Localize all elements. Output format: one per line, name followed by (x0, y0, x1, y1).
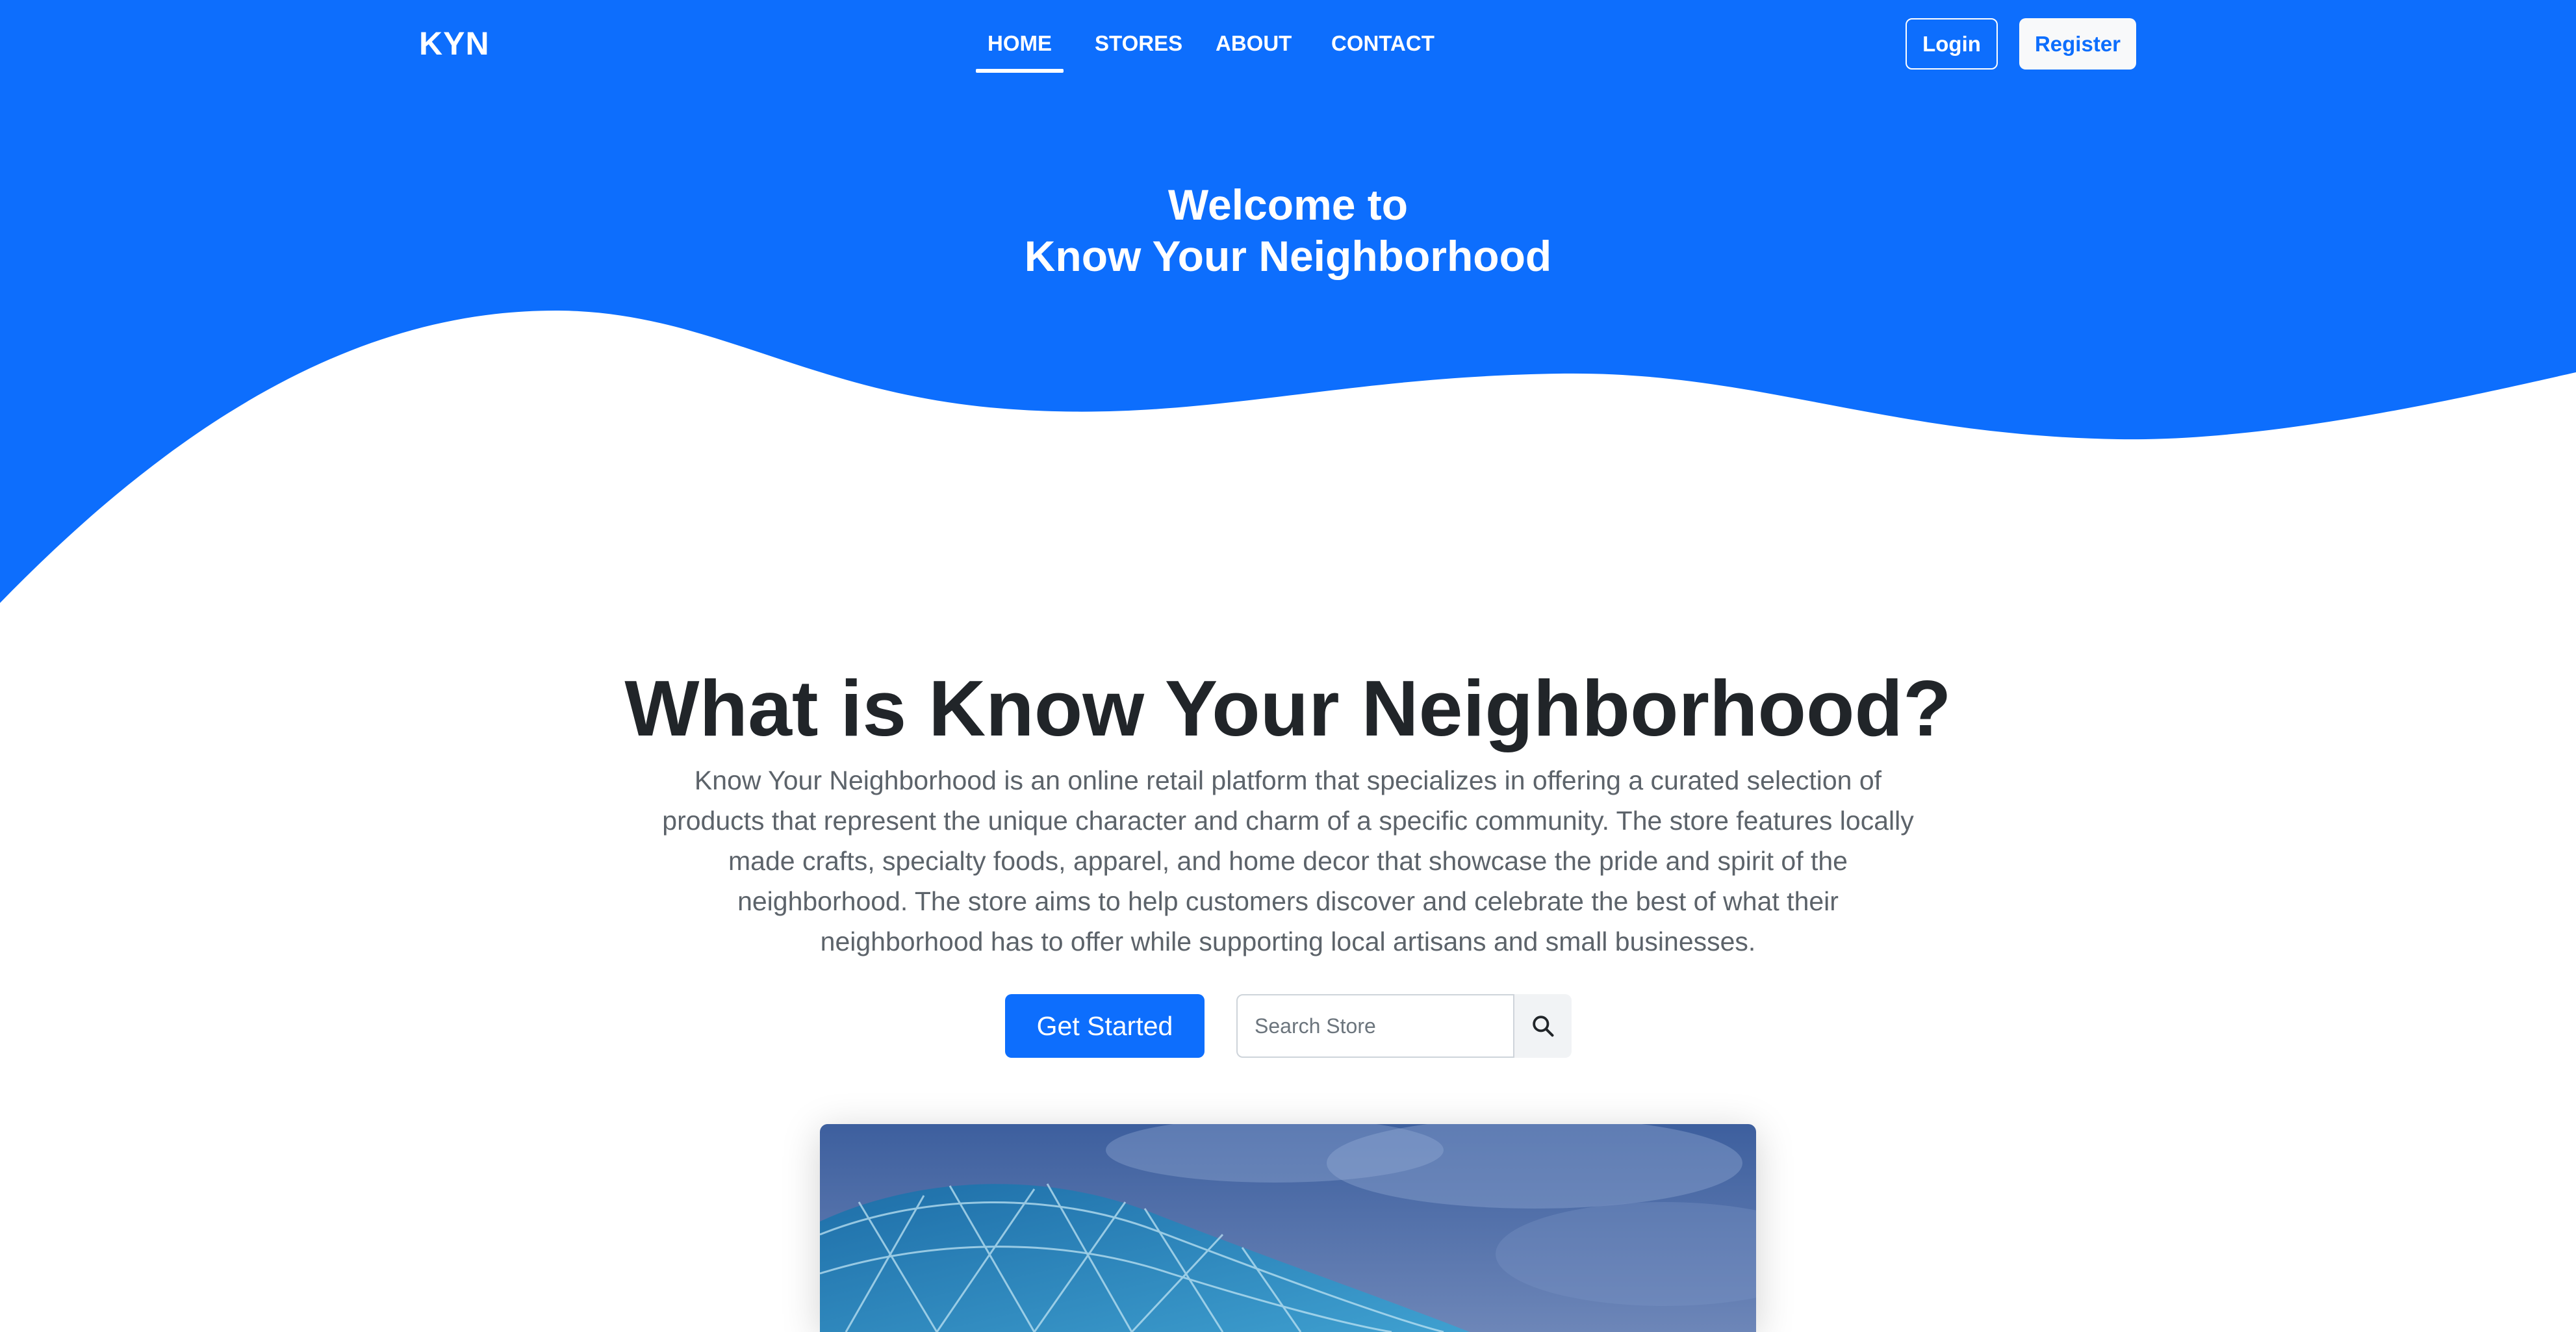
hero-heading-line2: Know Your Neighborhood (1024, 232, 1552, 280)
register-button[interactable]: Register (2019, 18, 2136, 70)
hero-heading: Welcome to Know Your Neighborhood (0, 179, 2576, 282)
nav-link-contact[interactable]: CONTACT (1331, 31, 1435, 56)
nav-link-stores[interactable]: STORES (1095, 31, 1182, 56)
get-started-button[interactable]: Get Started (1005, 994, 1205, 1058)
hero-photo (820, 1124, 1756, 1332)
navbar: KYN HOME STORES ABOUT CONTACT Login Regi… (0, 0, 2576, 91)
about-description: Know Your Neighborhood is an online reta… (662, 765, 1914, 956)
building-photo-image (820, 1124, 1756, 1332)
brand-logo[interactable]: KYN (419, 25, 490, 62)
search-button[interactable] (1514, 994, 1572, 1058)
nav-link-home[interactable]: HOME (976, 31, 1064, 73)
about-title: What is Know Your Neighborhood? (624, 664, 1952, 752)
search-store-input[interactable] (1236, 994, 1514, 1058)
search-icon (1533, 1016, 1554, 1037)
hero-heading-line1: Welcome to (1167, 181, 1409, 229)
nav-link-about[interactable]: ABOUT (1216, 31, 1292, 56)
login-button[interactable]: Login (1906, 18, 1998, 70)
